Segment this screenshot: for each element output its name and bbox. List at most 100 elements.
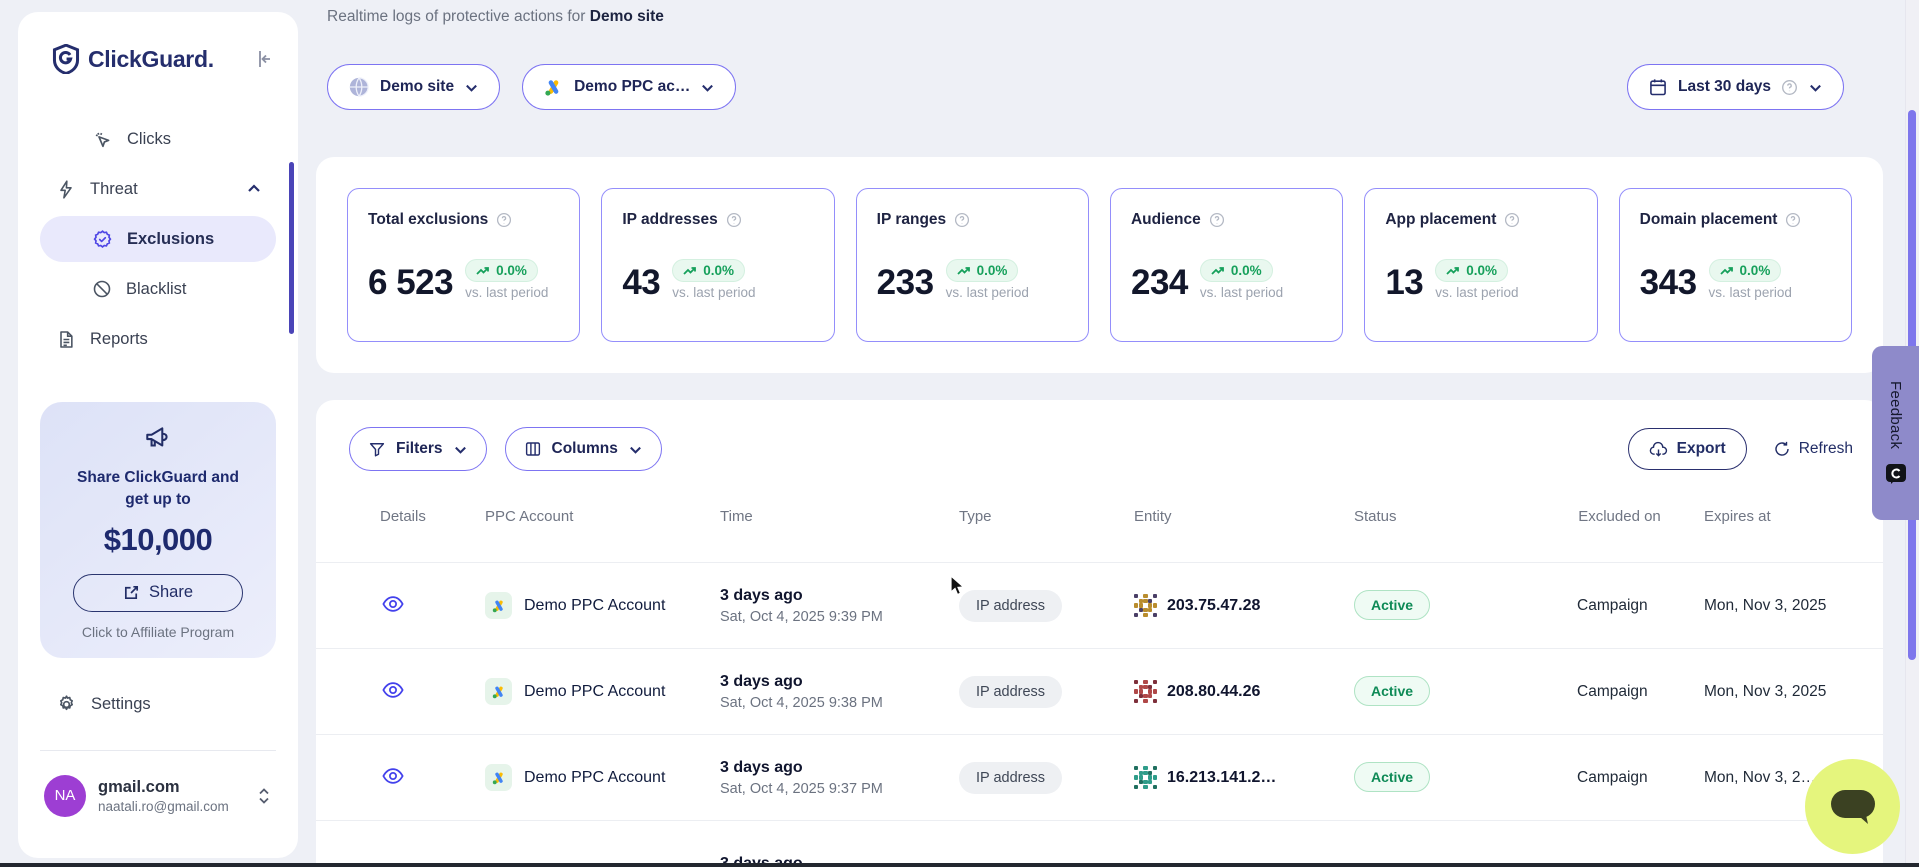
help-icon[interactable] xyxy=(1209,212,1225,228)
filter-funnel-icon xyxy=(368,440,386,458)
sidebar-nav: Clicks Threat Exclusi xyxy=(40,116,276,362)
google-ads-icon xyxy=(543,77,564,98)
time-absolute: Sat, Oct 4, 2025 9:39 PM xyxy=(720,609,959,625)
table-row: Demo PPC Account 3 days agoSat, Oct 4, 2… xyxy=(316,735,1883,821)
feedback-label: Feedback xyxy=(1887,381,1904,449)
help-icon[interactable] xyxy=(1785,212,1801,228)
stat-value: 233 xyxy=(877,265,934,300)
columns-label: Columns xyxy=(552,440,618,458)
clickguard-logo: ClickGuard. xyxy=(52,44,214,74)
sidebar-collapse-icon[interactable] xyxy=(254,49,274,69)
sidebar-item-threat[interactable]: Threat xyxy=(40,166,276,212)
help-icon[interactable] xyxy=(726,212,742,228)
refresh-icon xyxy=(1773,440,1791,458)
status-badge: Active xyxy=(1354,590,1430,620)
stat-value: 234 xyxy=(1131,265,1188,300)
chat-launcher-button[interactable] xyxy=(1805,759,1900,854)
stat-value: 343 xyxy=(1640,265,1697,300)
time-absolute: Sat, Oct 4, 2025 9:37 PM xyxy=(720,781,959,797)
sidebar-scrollbar-thumb[interactable] xyxy=(289,162,294,334)
col-header-status[interactable]: Status xyxy=(1354,508,1577,525)
share-button-label: Share xyxy=(149,583,193,602)
export-button[interactable]: Export xyxy=(1628,428,1747,470)
speech-bubble-icon xyxy=(1828,786,1878,828)
google-ads-icon xyxy=(485,678,512,705)
ip-identicon xyxy=(1134,594,1157,617)
site-selector-dropdown[interactable]: Demo site xyxy=(327,64,500,110)
account-switcher[interactable]: NA gmail.com naatali.ro@gmail.com xyxy=(40,775,276,817)
document-icon xyxy=(56,329,76,350)
sidebar-item-reports[interactable]: Reports xyxy=(40,316,276,362)
stat-label: IP ranges xyxy=(877,211,947,229)
excluded-on-value: Campaign xyxy=(1577,597,1704,615)
status-badge: Active xyxy=(1354,676,1430,706)
col-header-entity[interactable]: Entity xyxy=(1134,508,1354,525)
subtitle-site-name: Demo site xyxy=(590,8,664,25)
stat-note: vs. last period xyxy=(1435,285,1518,300)
chevron-down-icon xyxy=(1808,80,1823,95)
filters-dropdown[interactable]: Filters xyxy=(349,427,487,471)
google-ads-icon xyxy=(485,592,512,619)
sidebar-item-label: Exclusions xyxy=(127,230,214,249)
chevron-down-icon xyxy=(464,80,479,95)
chevron-up-icon xyxy=(246,181,262,197)
sidebar: ClickGuard. Clicks Threat xyxy=(18,12,298,858)
chevron-updown-icon xyxy=(256,786,272,806)
avatar: NA xyxy=(44,775,86,817)
sidebar-item-exclusions[interactable]: Exclusions xyxy=(40,216,276,262)
sidebar-item-blacklist[interactable]: Blacklist xyxy=(40,266,276,312)
stat-note: vs. last period xyxy=(1709,285,1792,300)
date-range-dropdown[interactable]: Last 30 days xyxy=(1627,64,1844,110)
affiliate-link[interactable]: Click to Affiliate Program xyxy=(54,624,262,640)
ppc-account-selector-value: Demo PPC ac… xyxy=(574,78,690,96)
excluded-on-value: Campaign xyxy=(1577,683,1704,701)
stat-value: 13 xyxy=(1385,265,1423,300)
col-header-details[interactable]: Details xyxy=(380,508,485,525)
view-details-button[interactable] xyxy=(380,765,406,787)
sidebar-item-label: Blacklist xyxy=(126,280,187,299)
entity-value: 203.75.47.28 xyxy=(1167,597,1260,615)
refresh-button[interactable]: Refresh xyxy=(1773,440,1853,458)
stat-note: vs. last period xyxy=(465,285,548,300)
share-button[interactable]: Share xyxy=(73,574,243,612)
external-link-icon xyxy=(123,584,140,601)
stat-note: vs. last period xyxy=(672,285,755,300)
filters-label: Filters xyxy=(396,440,443,458)
stat-label: IP addresses xyxy=(622,211,717,229)
excluded-on-value: Campaign xyxy=(1577,769,1704,787)
col-header-ppc-account[interactable]: PPC Account xyxy=(485,508,720,525)
sidebar-item-clicks[interactable]: Clicks xyxy=(40,116,276,162)
expires-at-value: Mon, Nov 3, 2025 xyxy=(1704,683,1853,701)
feedback-tab[interactable]: Feedback xyxy=(1872,346,1919,520)
screen-bottom-edge xyxy=(0,863,1919,867)
stat-value: 6 523 xyxy=(368,265,453,300)
columns-dropdown[interactable]: Columns xyxy=(505,427,662,471)
ppc-account-selector-dropdown[interactable]: Demo PPC ac… xyxy=(522,64,736,110)
globe-icon xyxy=(348,76,370,98)
subtitle-text: Realtime logs of protective actions for xyxy=(327,8,585,25)
megaphone-icon xyxy=(143,424,173,452)
view-details-button[interactable] xyxy=(380,679,406,701)
col-header-type[interactable]: Type xyxy=(959,508,1134,525)
trend-badge: 0.0% xyxy=(946,259,1019,282)
help-icon[interactable] xyxy=(496,212,512,228)
col-header-excluded-on[interactable]: Excluded on xyxy=(1577,506,1662,527)
trend-badge: 0.0% xyxy=(465,259,538,282)
ip-identicon xyxy=(1134,766,1157,789)
gear-icon xyxy=(56,694,77,715)
help-icon[interactable] xyxy=(1504,212,1520,228)
date-range-value: Last 30 days xyxy=(1678,78,1771,96)
help-icon[interactable] xyxy=(954,212,970,228)
google-ads-icon xyxy=(485,764,512,791)
view-details-button[interactable] xyxy=(380,593,406,615)
chevron-down-icon xyxy=(628,442,643,457)
col-header-time[interactable]: Time xyxy=(720,508,959,525)
time-relative: 3 days ago xyxy=(720,673,959,691)
table-row: Demo PPC Account 3 days agoSat, Oct 4, 2… xyxy=(316,563,1883,649)
promo-amount: $10,000 xyxy=(54,522,262,558)
ban-icon xyxy=(92,279,112,299)
col-header-expires-at[interactable]: Expires at xyxy=(1704,508,1853,525)
page-subtitle: Realtime logs of protective actions for … xyxy=(327,8,664,26)
ppc-account-name: Demo PPC Account xyxy=(524,683,665,701)
sidebar-item-settings[interactable]: Settings xyxy=(40,682,276,728)
